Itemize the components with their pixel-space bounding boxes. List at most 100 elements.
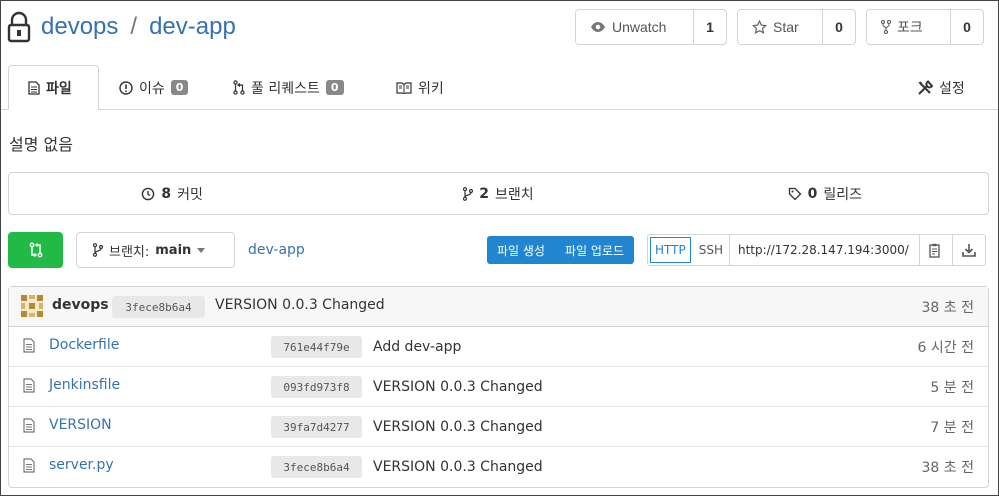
file-commit-time: 6 시간 전	[917, 340, 974, 356]
file-icon	[23, 378, 35, 393]
avatar[interactable]	[21, 295, 43, 317]
compare-button[interactable]	[8, 232, 63, 268]
branches-label: 브랜치	[495, 186, 534, 203]
latest-commit-author[interactable]: devops	[52, 297, 109, 313]
unwatch-button[interactable]: Unwatch	[576, 10, 694, 44]
fork-label: 포크	[897, 19, 923, 35]
star-button-group[interactable]: Star 0	[737, 9, 856, 45]
unwatch-label: Unwatch	[612, 19, 667, 35]
branch-icon	[463, 186, 474, 201]
new-file-button[interactable]: 파일 생성	[487, 236, 555, 264]
file-name-link[interactable]: Dockerfile	[49, 337, 119, 353]
pull-requests-count-badge: 0	[325, 80, 344, 95]
file-commit-time: 7 분 전	[930, 420, 974, 436]
tab-files[interactable]: 파일	[8, 65, 99, 110]
star-button[interactable]: Star	[738, 10, 823, 44]
tab-files-label: 파일	[46, 80, 72, 97]
repo-owner-link[interactable]: devops	[41, 13, 118, 41]
file-commit-sha[interactable]: 761e44f79e	[271, 336, 362, 358]
tab-settings[interactable]: 설정	[917, 65, 965, 110]
repo-stats-bar: 8 커밋 2 브랜치 0 릴리즈	[8, 172, 989, 215]
file-commit-sha[interactable]: 3fece8b6a4	[271, 456, 362, 478]
watch-count[interactable]: 1	[694, 10, 726, 44]
repo-name-link[interactable]: dev-app	[149, 13, 236, 41]
file-commit-message[interactable]: Add dev-app	[373, 339, 461, 355]
pull-request-icon	[233, 80, 245, 95]
file-icon	[23, 458, 35, 473]
commits-count: 8	[161, 185, 172, 202]
releases-label: 릴리즈	[823, 186, 863, 203]
book-icon	[396, 81, 412, 94]
star-icon	[752, 19, 767, 35]
caret-down-icon	[197, 247, 206, 253]
upload-file-button[interactable]: 파일 업로드	[555, 236, 634, 264]
latest-commit-message[interactable]: VERSION 0.0.3 Changed	[215, 297, 385, 313]
tab-wiki[interactable]: 위키	[396, 65, 444, 110]
tab-issues[interactable]: 이슈 0	[119, 65, 189, 110]
eye-icon	[590, 21, 606, 33]
current-branch: main	[155, 242, 192, 258]
branch-prefix: 브랜치:	[109, 244, 150, 260]
file-name-link[interactable]: server.py	[49, 457, 114, 473]
file-actions-group: 파일 생성 파일 업로드	[487, 236, 634, 264]
releases-stat[interactable]: 0 릴리즈	[662, 173, 988, 214]
clone-panel: HTTP SSH http://172.28.147.194:3000/	[647, 234, 986, 266]
file-commit-sha[interactable]: 39fa7d4277	[271, 416, 362, 438]
file-name-link[interactable]: Jenkinsfile	[49, 377, 120, 393]
star-count[interactable]: 0	[823, 10, 855, 44]
repo-tabs: 파일 이슈 0 풀 리퀘스트 0 위키 설정	[1, 65, 998, 110]
ssh-protocol-button[interactable]: SSH	[693, 235, 729, 265]
file-commit-time: 5 분 전	[930, 380, 974, 396]
watch-button-group[interactable]: Unwatch 1	[575, 9, 727, 45]
repo-description: 설명 없음	[9, 135, 73, 154]
file-commit-sha[interactable]: 093fd973f8	[271, 376, 362, 398]
file-commit-message[interactable]: VERSION 0.0.3 Changed	[373, 379, 543, 395]
latest-commit-time: 38 초 전	[921, 300, 974, 316]
file-row: Jenkinsfile 093fd973f8 VERSION 0.0.3 Cha…	[9, 367, 988, 407]
file-commit-time: 38 초 전	[921, 460, 974, 476]
issue-icon	[119, 80, 133, 95]
tab-wiki-label: 위키	[418, 80, 444, 97]
repo-header: devops / dev-app	[7, 9, 236, 45]
fork-button-group[interactable]: 포크 0	[866, 9, 984, 45]
file-commit-message[interactable]: VERSION 0.0.3 Changed	[373, 419, 543, 435]
tab-pull-requests-label: 풀 리퀘스트	[251, 80, 320, 97]
file-row: server.py 3fece8b6a4 VERSION 0.0.3 Chang…	[9, 447, 988, 487]
compare-icon	[29, 242, 43, 258]
file-table: devops 3fece8b6a4 VERSION 0.0.3 Changed …	[8, 286, 989, 488]
tab-settings-label: 설정	[939, 80, 965, 97]
tab-issues-label: 이슈	[139, 80, 165, 97]
breadcrumb-repo-link[interactable]: dev-app	[248, 232, 305, 268]
branches-count: 2	[479, 185, 490, 202]
latest-commit-row: devops 3fece8b6a4 VERSION 0.0.3 Changed …	[9, 287, 988, 327]
file-icon	[23, 418, 35, 433]
file-icon	[28, 80, 40, 95]
commits-stat[interactable]: 8 커밋	[9, 173, 335, 214]
lock-icon	[7, 11, 31, 43]
releases-count: 0	[807, 185, 818, 202]
file-row: Dockerfile 761e44f79e Add dev-app 6 시간 전	[9, 327, 988, 367]
tools-icon	[917, 79, 933, 96]
fork-icon	[881, 20, 891, 34]
tag-icon	[788, 187, 802, 201]
file-commit-message[interactable]: VERSION 0.0.3 Changed	[373, 459, 543, 475]
commits-label: 커밋	[177, 186, 203, 203]
latest-commit-sha[interactable]: 3fece8b6a4	[112, 296, 205, 318]
fork-button[interactable]: 포크	[867, 10, 951, 44]
http-protocol-button[interactable]: HTTP	[650, 237, 691, 263]
file-toolbar: 브랜치: main dev-app 파일 생성 파일 업로드 HTTP SSH …	[8, 232, 989, 268]
repo-separator: /	[130, 13, 138, 40]
clone-url-input[interactable]: http://172.28.147.194:3000/	[728, 235, 919, 265]
file-row: VERSION 39fa7d4277 VERSION 0.0.3 Changed…	[9, 407, 988, 447]
star-label: Star	[773, 19, 799, 35]
file-icon	[23, 338, 35, 353]
issues-count-badge: 0	[170, 80, 189, 95]
copy-url-button[interactable]	[918, 235, 952, 265]
branches-stat[interactable]: 2 브랜치	[335, 173, 661, 214]
fork-count[interactable]: 0	[951, 10, 983, 44]
download-button[interactable]	[951, 235, 985, 265]
branch-dropdown[interactable]: 브랜치: main	[76, 232, 235, 268]
tab-pull-requests[interactable]: 풀 리퀘스트 0	[233, 65, 344, 110]
file-name-link[interactable]: VERSION	[49, 417, 112, 433]
branch-icon	[93, 243, 103, 257]
